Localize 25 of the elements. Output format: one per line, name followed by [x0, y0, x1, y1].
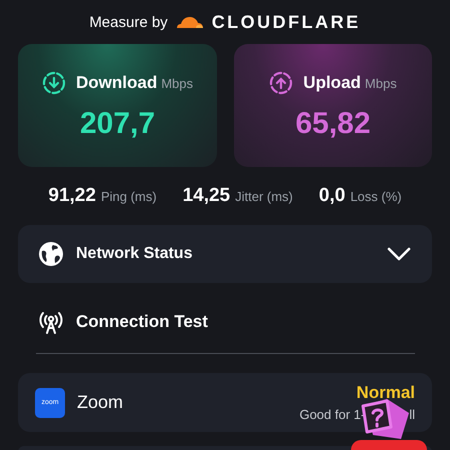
status-label: Normal: [356, 383, 415, 403]
globe-icon: [38, 241, 64, 267]
unit-label: Mbps: [161, 76, 193, 90]
app-name: Zoom: [77, 392, 124, 413]
antenna-icon: [38, 309, 64, 335]
status-note: ll: [409, 407, 415, 422]
download-icon: [42, 70, 66, 94]
speed-value: 65,82: [295, 106, 371, 140]
network-status-panel[interactable]: Network Status: [18, 225, 432, 283]
cloud-logo-icon: [176, 16, 204, 28]
connection-test-title: Connection Test: [76, 312, 208, 332]
speed-value: 207,7: [80, 106, 156, 140]
stat-value: 0,0: [318, 185, 346, 206]
stat-label: Ping (ms): [100, 189, 157, 204]
upload-icon: [269, 70, 294, 94]
stat-label: Jitter (ms): [235, 189, 293, 204]
brand-name: CLOUDFLARE: [212, 12, 361, 32]
speed-label: Download: [76, 72, 158, 92]
network-status-label: Network Status: [76, 245, 194, 263]
stat-value: 14,25: [182, 185, 230, 206]
stat-value: 91,22: [48, 185, 96, 206]
stat-label: Loss (%): [350, 189, 402, 204]
speed-label: Upload: [303, 72, 361, 92]
unit-label: Mbps: [364, 76, 397, 90]
measure-by-label: Measure by: [89, 14, 168, 30]
